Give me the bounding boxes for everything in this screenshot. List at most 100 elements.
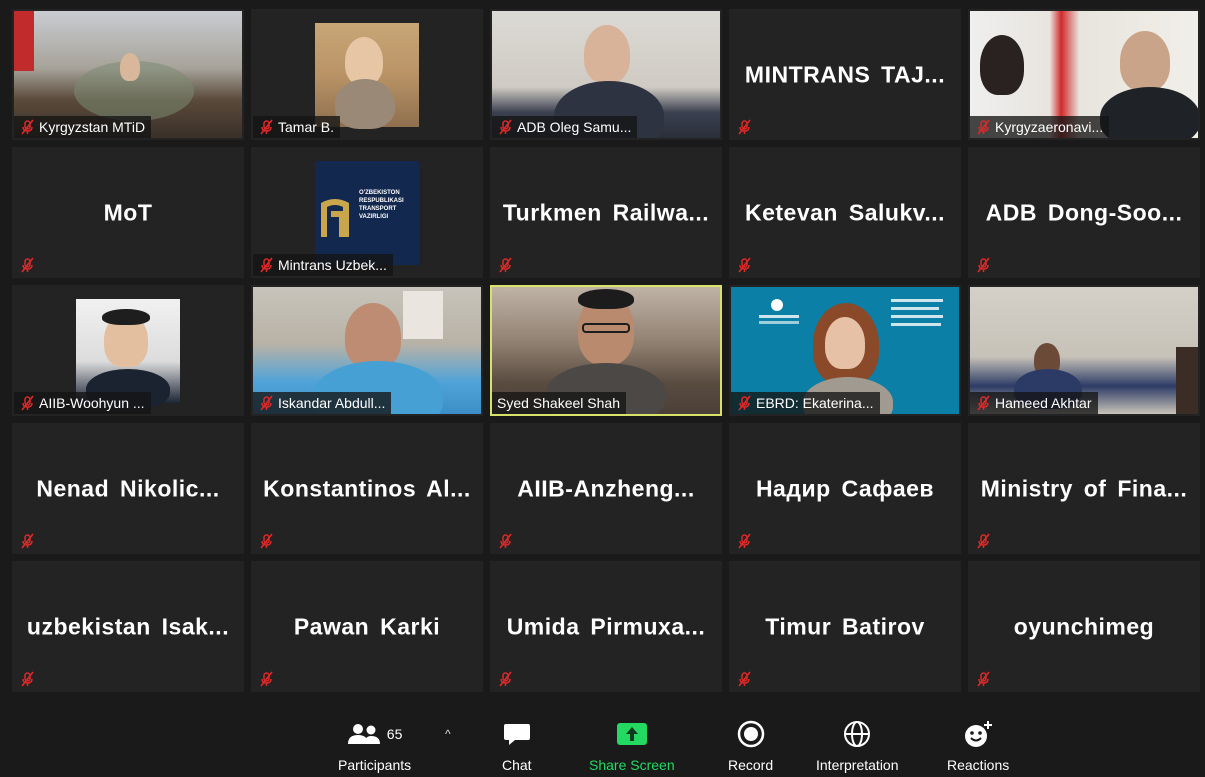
participant-tile[interactable]: AIIB-Anzheng... [490, 423, 722, 554]
participants-count: 65 [386, 726, 403, 742]
participant-tile[interactable]: Nenad Nikolic... [12, 423, 244, 554]
participant-name: EBRD: Ekaterina... [756, 395, 874, 411]
participant-tile[interactable]: AIIB-Woohyun ... [12, 285, 244, 416]
participant-name-label: AIIB-Woohyun ... [14, 392, 151, 414]
reactions-label: Reactions [947, 757, 1010, 773]
muted-mic-icon [260, 119, 273, 135]
muted-mic-icon [499, 119, 512, 135]
participant-name: AIIB-Woohyun ... [39, 395, 145, 411]
participant-tile[interactable]: Pawan Karki [251, 561, 483, 692]
record-icon [737, 720, 764, 748]
participant-name-label [731, 254, 758, 276]
participant-tile[interactable]: Turkmen Railwa... [490, 147, 722, 278]
uzb-logo-text: O'ZBEKISTON RESPUBLIKASI TRANSPORT VAZIR… [359, 190, 404, 220]
participant-display-name: uzbekistan Isak... [26, 613, 230, 639]
muted-mic-icon [21, 533, 34, 549]
participant-tile[interactable]: EBRD: Ekaterina... [729, 285, 961, 416]
participant-name: Kyrgyzaeronavi... [995, 119, 1104, 135]
muted-mic-icon [738, 257, 751, 273]
participant-name-label [970, 254, 997, 276]
muted-mic-icon [977, 119, 990, 135]
participant-name-label [731, 668, 758, 690]
participants-options-caret-icon[interactable]: ^ [445, 727, 451, 741]
participant-display-name: MoT [103, 199, 153, 225]
muted-mic-icon [738, 671, 751, 687]
muted-mic-icon [738, 533, 751, 549]
reactions-emoji-icon [965, 721, 993, 747]
participant-tile[interactable]: Надир Сафаев [729, 423, 961, 554]
share-screen-button[interactable]: Share Screen [589, 719, 675, 773]
interpretation-label: Interpretation [816, 757, 899, 773]
participant-name-label [492, 254, 519, 276]
interpretation-button[interactable]: Interpretation [816, 719, 899, 773]
video-gallery: Kyrgyzstan MTiD Tamar B. ADB Oleg Samu..… [12, 9, 1200, 692]
muted-mic-icon [21, 395, 34, 411]
participant-display-name: Konstantinos Al... [263, 475, 471, 501]
record-label: Record [728, 757, 774, 773]
participant-name-label [253, 530, 280, 552]
participants-icon-group: 65 [347, 719, 403, 749]
participant-tile[interactable]: oyunchimeg [968, 561, 1200, 692]
participant-tile[interactable]: Ketevan Salukv... [729, 147, 961, 278]
participant-name-label [731, 530, 758, 552]
participant-tile[interactable]: Ministry of Fina... [968, 423, 1200, 554]
muted-mic-icon [977, 671, 990, 687]
participant-display-name: Ketevan Salukv... [745, 199, 945, 225]
participant-name-label [731, 116, 758, 138]
participant-tile[interactable]: MINTRANS TAJ... [729, 9, 961, 140]
globe-icon [844, 721, 871, 747]
participant-name-label [492, 530, 519, 552]
participant-tile[interactable]: MoT [12, 147, 244, 278]
participant-name: Tamar B. [278, 119, 335, 135]
participant-tile[interactable]: uzbekistan Isak... [12, 561, 244, 692]
participants-label: Participants [338, 757, 412, 773]
muted-mic-icon [21, 119, 34, 135]
muted-mic-icon [21, 257, 34, 273]
record-button[interactable]: Record [728, 719, 773, 773]
participant-video [315, 23, 419, 129]
participant-name-label: Kyrgyzaeronavi... [970, 116, 1110, 138]
participant-tile[interactable]: ADB Dong-Soo... [968, 147, 1200, 278]
participant-display-name: MINTRANS TAJ... [744, 61, 946, 87]
participant-tile[interactable]: O'ZBEKISTON RESPUBLIKASI TRANSPORT VAZIR… [251, 147, 483, 278]
participant-name-label [253, 668, 280, 690]
participant-tile[interactable]: Iskandar Abdull... [251, 285, 483, 416]
participant-tile[interactable]: ADB Oleg Samu... [490, 9, 722, 140]
participants-icon [347, 724, 380, 744]
participant-name: Syed Shakeel Shah [497, 395, 620, 411]
participant-name-label [492, 668, 519, 690]
participant-name-label: Mintrans Uzbek... [253, 254, 393, 276]
participant-tile[interactable]: Timur Batirov [729, 561, 961, 692]
participants-button[interactable]: 65 Participants [338, 719, 411, 773]
participant-display-name: Timur Batirov [765, 613, 925, 639]
participant-tile[interactable]: Umida Pirmuxa... [490, 561, 722, 692]
participant-name-label [970, 530, 997, 552]
muted-mic-icon [499, 671, 512, 687]
reactions-button[interactable]: Reactions [947, 719, 1009, 773]
muted-mic-icon [499, 533, 512, 549]
participant-name: Kyrgyzstan MTiD [39, 119, 146, 135]
participant-tile[interactable]: Hameed Akhtar [968, 285, 1200, 416]
participant-tile-active-speaker[interactable]: Syed Shakeel Shah [490, 285, 722, 416]
participant-name: Iskandar Abdull... [278, 395, 386, 411]
participant-name-label [970, 668, 997, 690]
participant-name-label: Hameed Akhtar [970, 392, 1098, 414]
chat-button[interactable]: Chat [502, 719, 532, 773]
participant-tile[interactable]: Konstantinos Al... [251, 423, 483, 554]
participant-display-name: Nenad Nikolic... [36, 475, 220, 501]
participant-video [76, 299, 180, 409]
muted-mic-icon [977, 533, 990, 549]
participant-tile[interactable]: Kyrgyzaeronavi... [968, 9, 1200, 140]
share-screen-icon [616, 723, 647, 745]
muted-mic-icon [260, 257, 273, 273]
participant-tile[interactable]: Kyrgyzstan MTiD [12, 9, 244, 140]
participant-name-label [14, 254, 41, 276]
participant-tile[interactable]: Tamar B. [251, 9, 483, 140]
participant-display-name: AIIB-Anzheng... [517, 475, 695, 501]
participant-display-name: Надир Сафаев [755, 475, 935, 501]
participant-name-label: EBRD: Ekaterina... [731, 392, 880, 414]
chat-label: Chat [502, 757, 532, 773]
participant-name-label: Kyrgyzstan MTiD [14, 116, 152, 138]
participant-name: Mintrans Uzbek... [278, 257, 387, 273]
muted-mic-icon [738, 119, 751, 135]
